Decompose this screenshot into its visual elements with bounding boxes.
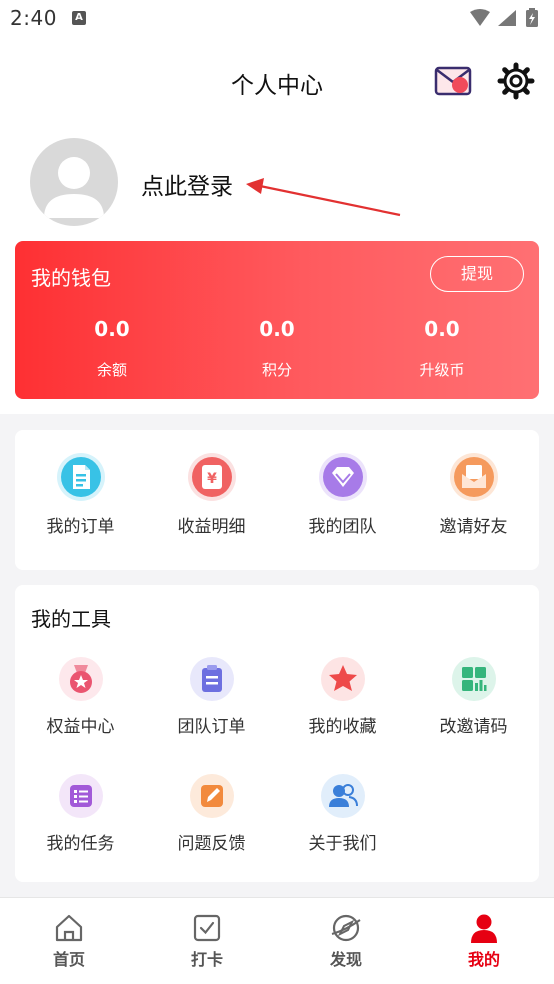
signal-icon [498, 10, 516, 26]
stat-label: 积分 [261, 361, 292, 379]
stat-label: 余额 [96, 361, 127, 379]
sim-badge: A [72, 11, 86, 25]
message-button[interactable] [434, 64, 474, 98]
edit-icon [189, 774, 234, 818]
tool-benefits-center[interactable]: 权益中心 [15, 656, 146, 737]
star-icon [320, 657, 365, 701]
yuan-icon: ¥ [187, 453, 236, 501]
stat-label: 升级币 [419, 361, 465, 379]
tool-label: 我的任务 [46, 834, 115, 854]
clipboard-icon [189, 657, 234, 701]
shortcut-label: 我的订单 [46, 517, 115, 537]
settings-button[interactable] [496, 61, 536, 101]
tool-my-tasks[interactable]: 我的任务 [15, 773, 146, 854]
svg-text:¥: ¥ [207, 471, 217, 487]
tool-label: 改邀请码 [439, 717, 508, 737]
default-avatar-icon [44, 157, 104, 218]
tool-my-favorites[interactable]: 我的收藏 [277, 656, 408, 737]
tool-change-invite-code[interactable]: 改邀请码 [408, 656, 539, 737]
stat-value: 0.0 [259, 317, 295, 341]
shortcut-earnings-detail[interactable]: ¥ 收益明细 [146, 452, 277, 537]
diamond-icon [318, 453, 367, 501]
avatar[interactable] [30, 138, 118, 226]
shortcut-my-team[interactable]: 我的团队 [277, 452, 408, 537]
tool-label: 问题反馈 [177, 834, 246, 854]
people-icon [320, 774, 365, 818]
wallet-stat-upgrade-coin[interactable]: 0.0 升级币 [382, 317, 502, 380]
compass-icon [331, 914, 361, 942]
tab-mine[interactable]: 我的 [415, 912, 553, 970]
tools-card: 我的工具 权益中心 团队订单 我的收藏 改邀请码 我的任务 问题反馈 关于我们 [15, 585, 539, 882]
shortcut-label: 我的团队 [308, 517, 377, 537]
tab-home[interactable]: 首页 [0, 912, 138, 970]
title-bar: 个人中心 [0, 52, 554, 112]
wallet-stat-balance[interactable]: 0.0 余额 [52, 317, 172, 380]
qrcode-icon [451, 657, 496, 701]
tab-label: 首页 [52, 950, 85, 969]
tool-label: 关于我们 [308, 834, 377, 854]
tool-team-orders[interactable]: 团队订单 [146, 656, 277, 737]
mail-icon [434, 66, 472, 96]
tab-label: 我的 [467, 950, 500, 969]
wallet-stat-points[interactable]: 0.0 积分 [217, 317, 337, 380]
status-bar: 2:40 A [0, 0, 554, 38]
battery-icon [526, 8, 538, 27]
tool-label: 权益中心 [46, 717, 115, 737]
wallet-title: 我的钱包 [31, 266, 111, 290]
tool-label: 团队订单 [177, 717, 246, 737]
bottom-tab-bar: 首页 打卡 发现 我的 [0, 897, 554, 984]
shortcut-my-orders[interactable]: 我的订单 [15, 452, 146, 537]
medal-icon [58, 657, 103, 701]
tab-label: 发现 [329, 950, 362, 969]
home-icon [55, 914, 83, 942]
gear-icon [497, 62, 535, 100]
stat-value: 0.0 [424, 317, 460, 341]
wallet-card: 我的钱包 提现 0.0 余额 0.0 积分 0.0 升级币 [15, 241, 539, 399]
tools-title: 我的工具 [31, 607, 111, 631]
tool-feedback[interactable]: 问题反馈 [146, 773, 277, 854]
tab-check-in[interactable]: 打卡 [138, 912, 276, 970]
tab-label: 打卡 [190, 950, 223, 969]
checklist-icon [58, 774, 103, 818]
login-link[interactable]: 点此登录 [141, 167, 233, 201]
wifi-icon [470, 9, 490, 26]
checkbox-icon [193, 914, 221, 942]
status-icons [470, 8, 538, 27]
tool-about-us[interactable]: 关于我们 [277, 773, 408, 854]
document-icon [56, 453, 105, 501]
shortcut-invite-friends[interactable]: 邀请好友 [408, 452, 539, 537]
withdraw-button[interactable]: 提现 [430, 256, 524, 292]
tool-label: 我的收藏 [308, 717, 377, 737]
status-time: 2:40 [10, 6, 57, 30]
arrow-annotation [246, 178, 401, 217]
shortcut-label: 收益明细 [177, 517, 246, 537]
envelope-icon [449, 453, 498, 501]
shortcut-label: 邀请好友 [439, 517, 508, 537]
person-icon [471, 914, 497, 943]
tab-discover[interactable]: 发现 [277, 912, 415, 970]
stat-value: 0.0 [94, 317, 130, 341]
shortcut-card: 我的订单 ¥ 收益明细 我的团队 邀请好友 [15, 430, 539, 570]
